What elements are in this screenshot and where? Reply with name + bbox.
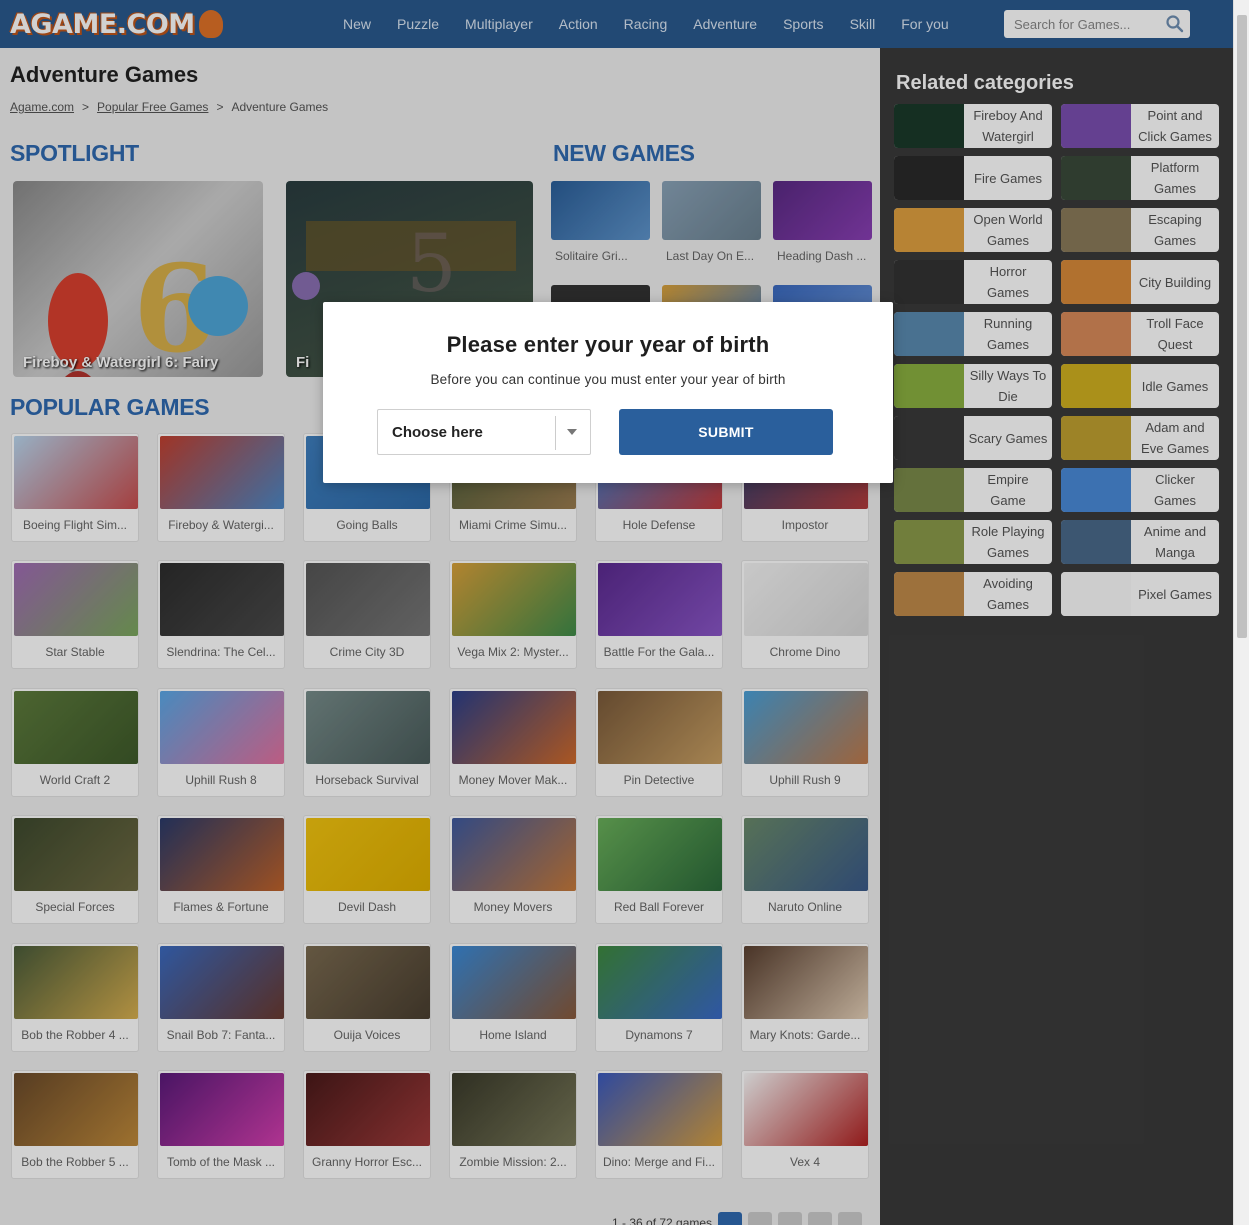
page-scrollbar[interactable]: [1233, 0, 1249, 1225]
select-divider: [555, 416, 556, 450]
submit-button[interactable]: SUBMIT: [619, 409, 833, 455]
chevron-down-icon[interactable]: [567, 429, 577, 435]
modal-backdrop: [0, 0, 1233, 1225]
birth-year-select[interactable]: Choose here: [377, 409, 591, 455]
dialog-title: Please enter your year of birth: [446, 332, 770, 357]
dialog-subtitle: Before you can continue you must enter y…: [430, 372, 786, 387]
age-gate-dialog: Please enter your year of birth Before y…: [323, 302, 893, 483]
select-value: Choose here: [392, 424, 483, 441]
scrollbar-thumb[interactable]: [1237, 15, 1247, 638]
